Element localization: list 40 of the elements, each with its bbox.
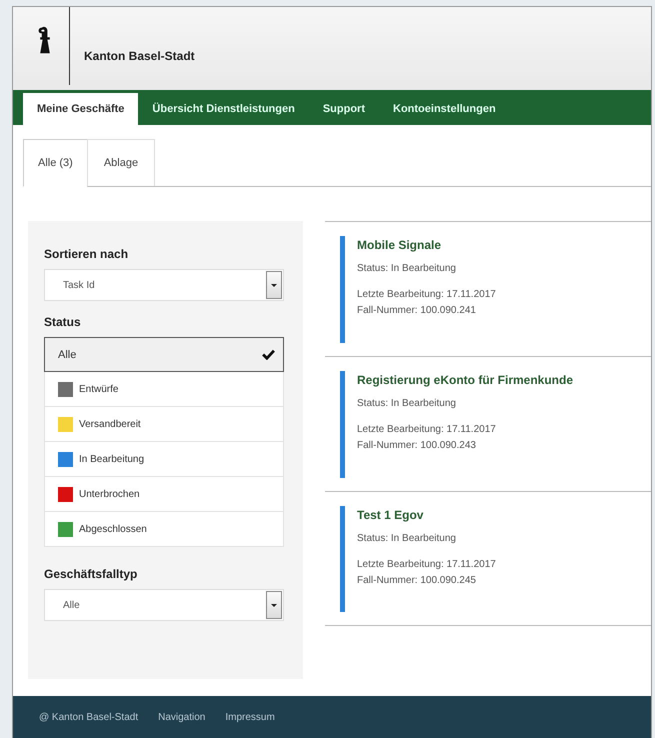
case-last-edit: Letzte Bearbeitung: 17.11.2017 [357,424,497,435]
case-status: Status: In Bearbeitung [357,533,457,544]
case-number: Fall-Nummer: 100.090.243 [357,440,477,451]
status-filter-item[interactable]: Entwürfe [44,372,284,407]
status-label: Abgeschlossen [79,524,148,534]
site-title: Kanton Basel-Stadt [84,48,195,62]
case-last-edit: Letzte Bearbeitung: 17.11.2017 [357,559,496,570]
section-label: Geschäftsfalltyp [44,567,138,581]
nav-tab[interactable]: Support [308,93,380,125]
case-status: Status: In Bearbeitung [357,398,457,409]
status-label: Versandbereit [79,418,142,430]
status-filter-item[interactable]: In Bearbeitung [44,442,284,477]
nav-tab[interactable]: Übersicht Dienstleistungen [138,93,309,125]
status-label: Entwürfe [79,384,120,394]
copyright-text: @ Kanton Basel-Stadt [39,712,138,722]
section-label: Sortieren nach [44,247,130,261]
case-title[interactable]: Registierung eKonto für Firmenkunde [357,373,574,387]
tab[interactable]: Ablage [86,139,156,187]
status-label: In Bearbeitung [79,454,146,464]
status-filter-item[interactable]: Alle [44,337,284,372]
case-last-edit: Letzte Bearbeitung: 17.11.2017 [357,289,496,300]
dropdown-field[interactable]: Task Id [44,269,284,301]
status-filter-item[interactable]: Abgeschlossen [44,512,284,547]
case-number: Fall-Nummer: 100.090.245 [357,575,477,586]
status-label: Unterbrochen [79,488,141,500]
case-title[interactable]: Test 1 Egov [357,508,496,522]
status-filter-item[interactable]: Versandbereit [44,407,284,442]
status-label: Alle [58,348,78,360]
case-number: Fall-Nummer: 100.090.241 [357,305,477,316]
dropdown-field[interactable]: Alle [44,589,284,621]
footer-link[interactable]: Impressum [225,712,275,722]
status-filter-item[interactable]: Unterbrochen [44,477,284,512]
nav-tab[interactable]: Meine Geschäfte [23,93,138,125]
footer-link[interactable]: Navigation [158,712,206,722]
case-status: Status: In Bearbeitung [357,263,457,274]
section-label: Status [44,315,82,329]
checkmark-icon [262,349,275,360]
tab[interactable]: Alle (3) [23,139,88,187]
nav-tab[interactable]: Kontoeinstellungen [379,93,510,125]
case-title[interactable]: Mobile Signale [357,238,496,252]
